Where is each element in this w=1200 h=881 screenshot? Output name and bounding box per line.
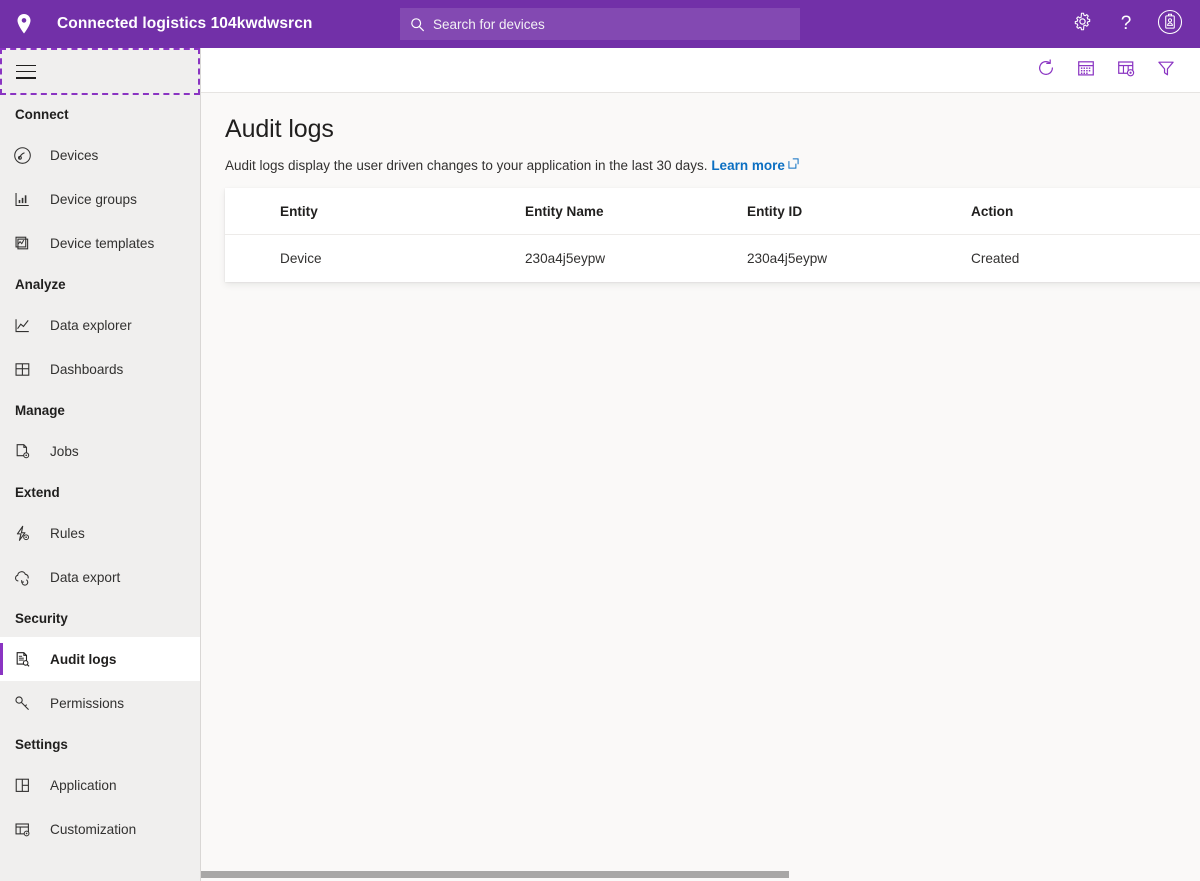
sidebar-item-label: Data explorer	[50, 318, 132, 333]
sidebar-item-label: Application	[50, 778, 117, 793]
cloud-export-icon	[13, 568, 39, 587]
dashboard-grid-icon	[13, 360, 39, 379]
sidebar-item-devices[interactable]: Devices	[0, 133, 200, 177]
app-title: Connected logistics 104kwdwsrcn	[57, 15, 312, 33]
sidebar-item-label: Device groups	[50, 192, 137, 207]
hamburger-menu-button[interactable]	[0, 48, 200, 95]
search-placeholder: Search for devices	[433, 17, 545, 32]
sidebar-item-label: Rules	[50, 526, 85, 541]
column-header-action[interactable]: Action	[971, 204, 1171, 219]
sidebar-navigation: Connect Devices Device groups	[0, 48, 201, 881]
horizontal-scrollbar-thumb[interactable]	[201, 871, 789, 878]
sidebar-item-jobs[interactable]: Jobs	[0, 429, 200, 473]
rules-lightning-gear-icon	[13, 524, 39, 543]
column-options-icon	[1116, 58, 1136, 83]
location-pin-icon	[0, 0, 48, 48]
refresh-icon	[1036, 58, 1056, 83]
column-header-entity[interactable]: Entity	[280, 204, 525, 219]
page-description: Audit logs display the user driven chang…	[201, 144, 1200, 175]
nav-group-connect: Connect	[0, 95, 200, 133]
search-input[interactable]: Search for devices	[400, 8, 800, 40]
horizontal-scrollbar[interactable]	[201, 867, 1200, 881]
nav-group-analyze: Analyze	[0, 265, 200, 303]
device-groups-icon	[13, 190, 39, 209]
audit-logs-table: Entity Entity Name Entity ID Action Devi…	[225, 188, 1200, 282]
learn-more-link[interactable]: Learn more	[711, 158, 785, 173]
sidebar-item-audit-logs[interactable]: Audit logs	[0, 637, 200, 681]
sidebar-item-device-templates[interactable]: Device templates	[0, 221, 200, 265]
sidebar-item-rules[interactable]: Rules	[0, 511, 200, 555]
column-header-entity-name[interactable]: Entity Name	[525, 204, 747, 219]
account-button[interactable]	[1148, 0, 1192, 48]
sidebar-item-customization[interactable]: Customization	[0, 807, 200, 851]
sidebar-item-label: Customization	[50, 822, 136, 837]
filter-button[interactable]	[1146, 48, 1186, 92]
application-layout-icon	[13, 776, 39, 795]
sidebar-item-label: Audit logs	[50, 652, 116, 667]
external-link-icon	[788, 156, 799, 174]
question-mark-icon: ?	[1121, 13, 1132, 35]
page-description-text: Audit logs display the user driven chang…	[225, 158, 708, 173]
sidebar-item-label: Devices	[50, 148, 98, 163]
sidebar-item-dashboards[interactable]: Dashboards	[0, 347, 200, 391]
customization-gear-icon	[13, 820, 39, 839]
search-icon	[410, 17, 425, 32]
page-title: Audit logs	[201, 93, 1200, 144]
sidebar-item-label: Data export	[50, 570, 120, 585]
command-bar	[201, 48, 1200, 93]
sidebar-item-permissions[interactable]: Permissions	[0, 681, 200, 725]
gear-icon	[1073, 12, 1092, 36]
date-range-button[interactable]	[1066, 48, 1106, 92]
filter-funnel-icon	[1156, 58, 1176, 83]
nav-group-extend: Extend	[0, 473, 200, 511]
calendar-icon	[1076, 58, 1096, 83]
cell-entity-name: 230a4j5eypw	[525, 251, 747, 266]
sidebar-item-data-explorer[interactable]: Data explorer	[0, 303, 200, 347]
sidebar-item-device-groups[interactable]: Device groups	[0, 177, 200, 221]
sidebar-item-data-export[interactable]: Data export	[0, 555, 200, 599]
column-options-button[interactable]	[1106, 48, 1146, 92]
hamburger-icon	[16, 65, 36, 79]
header-actions: ?	[1060, 0, 1192, 48]
sidebar-item-label: Dashboards	[50, 362, 123, 377]
cell-action: Created	[971, 251, 1171, 266]
cell-entity-id: 230a4j5eypw	[747, 251, 971, 266]
key-icon	[13, 694, 39, 713]
nav-group-security: Security	[0, 599, 200, 637]
column-header-entity-id[interactable]: Entity ID	[747, 204, 971, 219]
sidebar-item-label: Jobs	[50, 444, 79, 459]
cell-entity: Device	[280, 251, 525, 266]
sidebar-item-application[interactable]: Application	[0, 763, 200, 807]
top-header-bar: Connected logistics 104kwdwsrcn Search f…	[0, 0, 1200, 48]
devices-icon	[13, 146, 39, 165]
audit-log-document-search-icon	[13, 650, 39, 669]
settings-button[interactable]	[1060, 0, 1104, 48]
device-templates-icon	[13, 234, 39, 253]
account-badge-icon	[1157, 9, 1183, 40]
sidebar-item-label: Device templates	[50, 236, 154, 251]
sidebar-item-label: Permissions	[50, 696, 124, 711]
nav-group-manage: Manage	[0, 391, 200, 429]
table-row[interactable]: Device 230a4j5eypw 230a4j5eypw Created	[225, 235, 1200, 282]
line-chart-icon	[13, 316, 39, 335]
refresh-button[interactable]	[1026, 48, 1066, 92]
help-button[interactable]: ?	[1104, 0, 1148, 48]
table-header-row: Entity Entity Name Entity ID Action	[225, 188, 1200, 235]
main-content: Audit logs Audit logs display the user d…	[201, 93, 1200, 881]
jobs-document-gear-icon	[13, 442, 39, 461]
nav-group-settings: Settings	[0, 725, 200, 763]
